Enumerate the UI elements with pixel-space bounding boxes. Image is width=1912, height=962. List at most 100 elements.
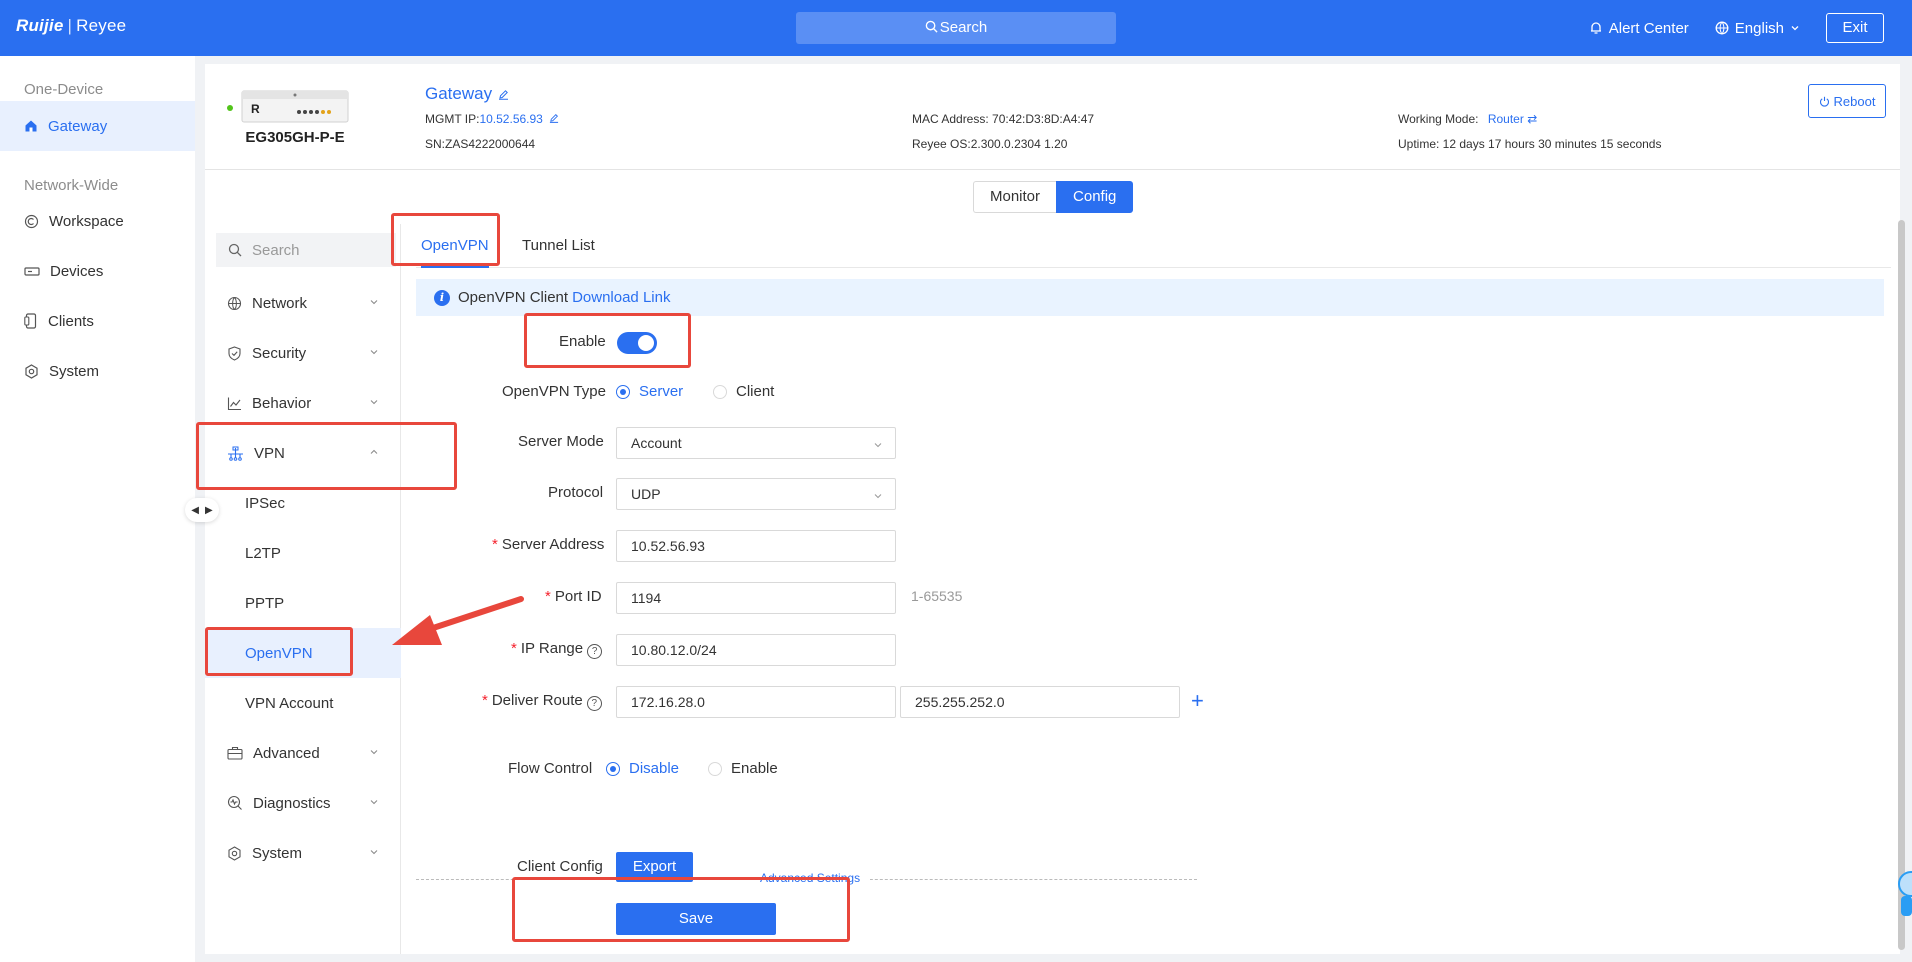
type-client-radio[interactable]: Client (713, 383, 774, 400)
caret-left-icon: ◀ (191, 504, 199, 516)
globe-icon (1715, 21, 1729, 35)
diagnostics-icon (227, 795, 242, 810)
highlight-box-openvpn-tab (391, 213, 500, 266)
chevron-down-icon (874, 443, 882, 448)
chevron-down-icon (370, 750, 378, 755)
submenu-behavior-label: Behavior (252, 394, 312, 412)
download-link[interactable]: Download Link (572, 289, 670, 306)
system-settings-icon (228, 845, 241, 861)
system-settings-icon (25, 363, 38, 379)
switch-mode-icon[interactable]: ⇄ (1527, 112, 1537, 126)
annotation-arrow (392, 596, 524, 645)
working-mode-value[interactable]: Router (1488, 112, 1524, 126)
protocol-select[interactable]: UDP (616, 478, 896, 510)
language-label: English (1734, 19, 1784, 37)
info-alert-text: OpenVPN Client (458, 289, 569, 306)
submenu-behavior[interactable]: Behavior (205, 378, 401, 428)
config-tab[interactable]: Config (1056, 181, 1134, 213)
submenu-diagnostics[interactable]: Diagnostics (205, 778, 401, 828)
nav-item-system[interactable]: System (0, 346, 195, 396)
monitor-tab[interactable]: Monitor (973, 181, 1057, 213)
server-address-label: * Server Address (492, 536, 605, 553)
content-tabs: OpenVPN Tunnel List (416, 224, 1891, 268)
submenu-vpn-account[interactable]: VPN Account (205, 678, 401, 728)
deliver-route-label: * Deliver Route? (482, 692, 602, 711)
logo-brand: Ruijie (16, 16, 64, 35)
submenu-search-placeholder: Search (252, 241, 300, 259)
left-navigation: One-Device Gateway Network-Wide Workspac… (0, 56, 195, 962)
flow-enable-radio[interactable]: Enable (708, 760, 778, 777)
nav-item-gateway-label: Gateway (48, 117, 108, 135)
alert-center-label: Alert Center (1608, 19, 1689, 37)
server-mode-label: Server Mode (518, 433, 604, 450)
server-address-input[interactable]: 10.52.56.93 (616, 530, 896, 562)
search-icon (228, 243, 242, 257)
line-chart-icon (227, 397, 241, 410)
edit-icon[interactable] (498, 89, 509, 100)
language-selector[interactable]: English (1715, 20, 1800, 37)
type-client-label: Client (736, 383, 775, 400)
scrollbar[interactable] (1898, 220, 1905, 950)
workspace-icon (24, 214, 39, 228)
server-address-label-text: Server Address (501, 536, 605, 553)
edit-ip-icon[interactable] (549, 113, 559, 123)
mode-toggle: Monitor Config (973, 181, 1134, 213)
highlight-box-enable (524, 313, 691, 368)
submenu-search-input[interactable]: Search (216, 233, 396, 267)
ip-range-label-text: IP Range (520, 640, 584, 657)
deliver-route-ip-input[interactable]: 172.16.28.0 (616, 686, 896, 718)
mac-address: MAC Address: 70:42:D3:8D:A4:47 (912, 112, 1095, 126)
device-name[interactable]: Gateway (425, 84, 509, 104)
os-version: Reyee OS:2.300.0.2304 1.20 (912, 137, 1068, 151)
radio-unchecked (708, 761, 722, 776)
port-id-label: * Port ID (545, 588, 602, 605)
highlight-box-vpn-menu (196, 422, 457, 490)
chevron-down-icon (370, 800, 378, 805)
device-model: EG305GH-P-E (245, 129, 345, 146)
nav-section-network-wide: Network-Wide (24, 177, 119, 194)
nav-item-devices[interactable]: Devices (0, 246, 195, 296)
reboot-button[interactable]: Reboot (1808, 84, 1886, 118)
deliver-route-mask-input[interactable]: 255.255.252.0 (900, 686, 1180, 718)
sidebar-collapse-toggle[interactable]: ◀ ▶ (185, 498, 219, 522)
nav-item-clients[interactable]: Clients (0, 296, 195, 346)
chevron-down-icon (370, 400, 378, 405)
global-search-label: Search (939, 19, 988, 36)
briefcase-icon (227, 746, 243, 760)
mgmt-ip-label: MGMT IP: (425, 112, 480, 126)
submenu-l2tp[interactable]: L2TP (205, 528, 401, 578)
port-id-input[interactable]: 1194 (616, 582, 896, 614)
deliver-route-label-text: Deliver Route (491, 692, 583, 709)
config-submenu: Search Network Security Behavior VPN IPS… (205, 224, 401, 954)
uptime: Uptime: 12 days 17 hours 30 minutes 15 s… (1398, 137, 1662, 151)
help-icon[interactable]: ? (587, 644, 603, 659)
submenu-system[interactable]: System (205, 828, 401, 878)
submenu-pptp[interactable]: PPTP (205, 578, 401, 628)
alert-center-link[interactable]: Alert Center (1589, 20, 1689, 37)
nav-item-workspace[interactable]: Workspace (0, 196, 195, 246)
mgmt-ip-value[interactable]: 10.52.56.93 (479, 112, 542, 126)
assistant-mascot-icon[interactable] (1893, 870, 1912, 920)
reboot-label: Reboot (1833, 93, 1876, 109)
port-range-hint: 1-65535 (911, 588, 963, 604)
flow-disable-radio[interactable]: Disable (606, 760, 679, 777)
add-route-plus-icon[interactable]: + (1191, 690, 1204, 712)
server-mode-select[interactable]: Account (616, 427, 896, 459)
global-search[interactable]: Search (796, 12, 1116, 44)
tab-tunnel-list[interactable]: Tunnel List (522, 224, 595, 268)
logo: Ruijie | Reyee (16, 16, 127, 35)
exit-button[interactable]: Exit (1826, 13, 1884, 43)
nav-item-gateway[interactable]: Gateway (0, 101, 195, 151)
type-server-radio[interactable]: Server (616, 383, 683, 400)
device-name-label: Gateway (425, 84, 493, 103)
radio-checked (606, 761, 620, 776)
submenu-network[interactable]: Network (205, 278, 401, 328)
serial-number: SN:ZAS4222000644 (425, 137, 536, 151)
help-icon[interactable]: ? (586, 696, 602, 711)
ip-range-input[interactable]: 10.80.12.0/24 (616, 634, 896, 666)
nav-item-system-label: System (49, 362, 100, 380)
submenu-security-label: Security (252, 344, 307, 362)
submenu-security[interactable]: Security (205, 328, 401, 378)
devices-icon (24, 267, 40, 276)
submenu-advanced[interactable]: Advanced (205, 728, 401, 778)
